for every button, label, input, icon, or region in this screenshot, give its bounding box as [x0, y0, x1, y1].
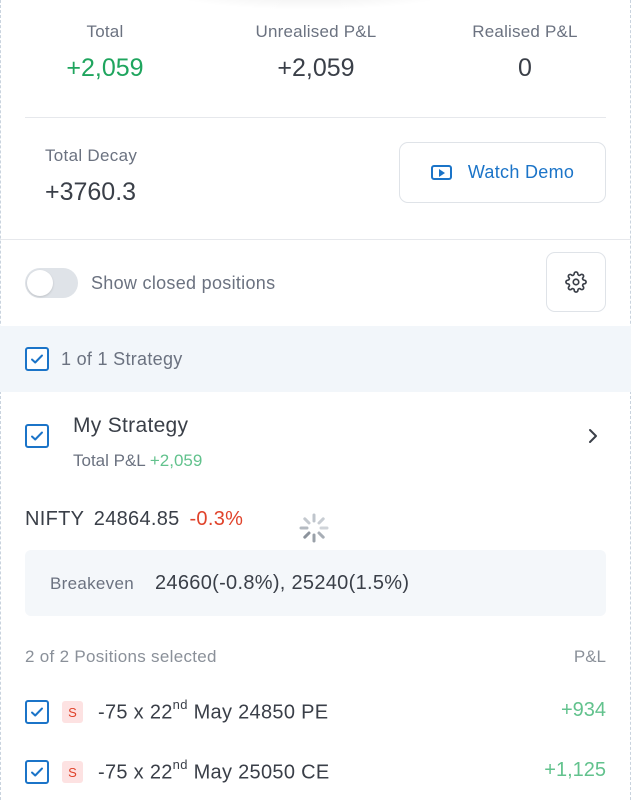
total-decay: Total Decay +3760.3 — [45, 146, 137, 207]
position-pnl: +1,125 — [544, 759, 606, 781]
position-row[interactable]: S -75 x 22nd May 24850 PE +934 — [0, 696, 631, 736]
position-pnl: +934 — [560, 699, 606, 721]
total-label: Total — [86, 22, 124, 41]
show-closed-toggle[interactable] — [25, 268, 78, 298]
realised-label: Realised P&L — [472, 22, 578, 41]
watch-demo-label: Watch Demo — [467, 162, 575, 182]
strategy-pnl-value: +2,059 — [149, 451, 203, 470]
toggle-knob — [27, 270, 53, 296]
breakeven-value: 24660(-0.8%), 25240(1.5%) — [155, 572, 410, 594]
decay-label: Total Decay — [45, 146, 138, 165]
breakeven-label: Breakeven — [50, 574, 134, 593]
pnl-column-header: P&L — [573, 647, 606, 666]
realised-value: 0 — [518, 54, 532, 82]
strategy-count-label: 1 of 1 Strategy — [61, 349, 183, 369]
underlying-symbol: NIFTY — [25, 508, 84, 530]
play-video-icon — [430, 165, 452, 180]
underlying-price: 24864.85 — [93, 508, 180, 530]
strategy-pnl: Total P&L +2,059 — [73, 451, 202, 471]
loading-spinner-icon — [299, 513, 329, 543]
position-description: -75 x 22nd May 24850 PE — [98, 697, 329, 725]
select-all-strategies-checkbox[interactable] — [25, 347, 49, 371]
realised-summary: Realised P&L 0 — [460, 22, 590, 83]
positions-selected-label: 2 of 2 Positions selected — [25, 647, 217, 666]
underlying-change: -0.3% — [189, 508, 244, 530]
position-checkbox[interactable] — [25, 700, 49, 724]
pnl-summary: Total +2,059 Unrealised P&L +2,059 Reali… — [0, 22, 631, 92]
strategy-checkbox[interactable] — [25, 424, 49, 448]
date-suffix: nd — [172, 697, 188, 712]
checkmark-icon — [31, 354, 43, 364]
position-contract: May 25050 CE — [187, 761, 330, 784]
unrealised-value: +2,059 — [277, 54, 355, 82]
strategy-name[interactable]: My Strategy — [73, 414, 188, 438]
divider — [25, 117, 606, 118]
divider — [0, 239, 631, 240]
strategy-pnl-label: Total P&L — [73, 451, 146, 470]
position-qty-date: -75 x 22 — [98, 761, 173, 784]
position-contract: May 24850 PE — [187, 701, 329, 724]
position-checkbox[interactable] — [25, 760, 49, 784]
position-description: -75 x 22nd May 25050 CE — [98, 757, 330, 785]
unrealised-label: Unrealised P&L — [255, 22, 377, 41]
decay-value: +3760.3 — [45, 178, 137, 206]
total-value: +2,059 — [66, 54, 144, 82]
unrealised-summary: Unrealised P&L +2,059 — [236, 22, 396, 83]
checkmark-icon — [31, 431, 43, 441]
chevron-right-icon[interactable] — [586, 427, 600, 445]
position-qty-date: -75 x 22 — [98, 701, 173, 724]
date-suffix: nd — [172, 757, 188, 772]
page-frame — [0, 0, 631, 800]
checkmark-icon — [31, 767, 43, 777]
breakeven-box: Breakeven 24660(-0.8%), 25240(1.5%) — [25, 550, 606, 616]
total-summary: Total +2,059 — [40, 22, 170, 83]
gear-icon — [565, 271, 587, 293]
settings-button[interactable] — [546, 252, 606, 312]
show-closed-label: Show closed positions — [91, 273, 276, 293]
sell-badge: S — [62, 701, 83, 723]
position-row[interactable]: S -75 x 22nd May 25050 CE +1,125 — [0, 756, 631, 796]
sell-badge: S — [62, 761, 83, 783]
watch-demo-button[interactable]: Watch Demo — [399, 142, 606, 203]
underlying-quote: NIFTY 24864.85 -0.3% — [25, 508, 243, 531]
checkmark-icon — [31, 707, 43, 717]
